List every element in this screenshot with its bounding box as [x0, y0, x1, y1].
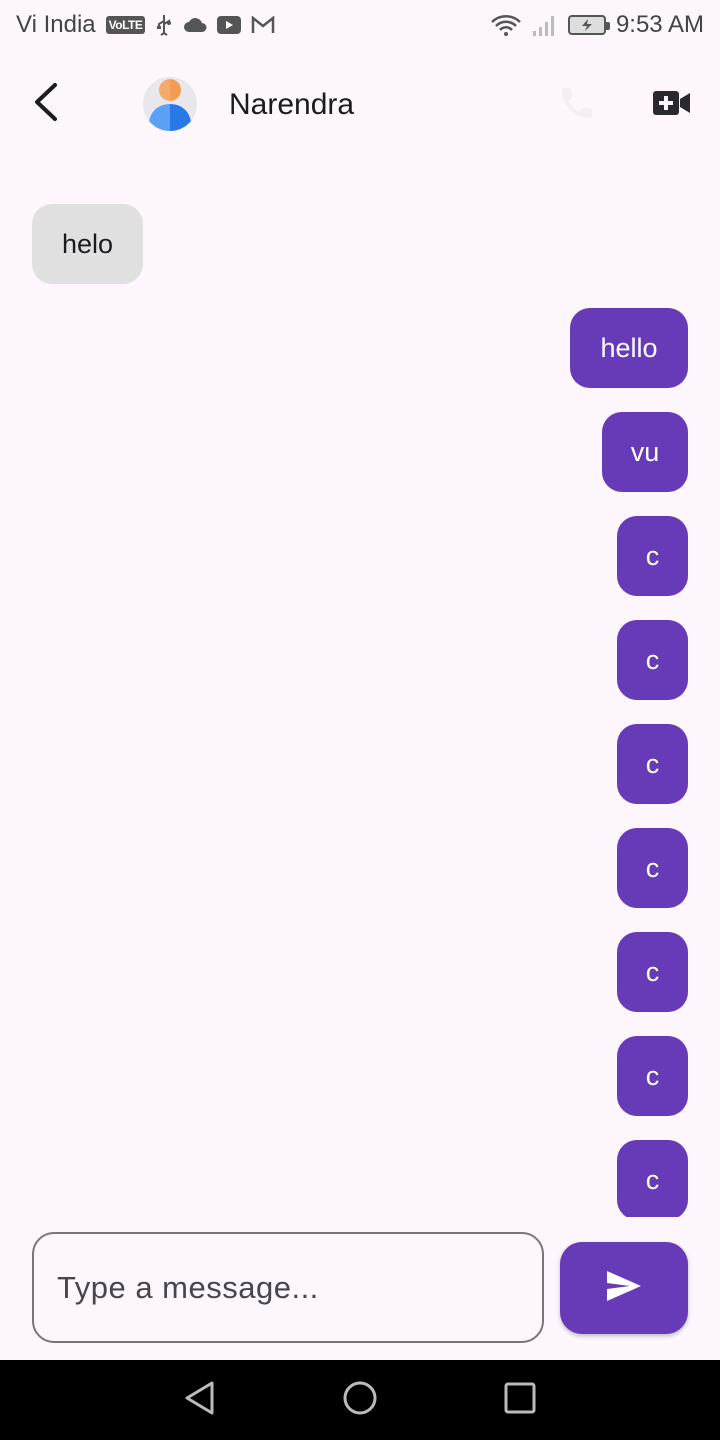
message-bubble-sent[interactable]: c: [617, 516, 688, 596]
video-call-button[interactable]: [648, 82, 696, 128]
status-bar: Vi India VoLTE 9:53 AM: [0, 0, 720, 50]
message-text: c: [645, 748, 660, 779]
voice-call-button[interactable]: [554, 82, 600, 128]
message-input[interactable]: [57, 1269, 542, 1306]
nav-recents-button[interactable]: [500, 1380, 540, 1420]
youtube-icon: [217, 16, 242, 34]
system-nav-bar: [0, 1360, 720, 1440]
signal-icon: [532, 13, 558, 37]
square-recents-icon: [502, 1380, 538, 1421]
phone-icon: [557, 83, 597, 128]
message-bubble-sent[interactable]: c: [617, 1036, 688, 1116]
status-right: 9:53 AM: [490, 11, 704, 39]
message-bubble-sent[interactable]: c: [617, 620, 688, 700]
message-bubble-sent[interactable]: c: [617, 724, 688, 804]
message-text: helo: [61, 228, 114, 259]
message-text: c: [645, 540, 660, 571]
wifi-icon: [490, 13, 522, 37]
back-button[interactable]: [22, 80, 70, 128]
avatar-icon: [143, 77, 197, 131]
message-text: c: [645, 956, 660, 987]
cloud-icon: [183, 17, 207, 33]
message-bubble-sent[interactable]: c: [617, 1140, 688, 1217]
message-bubble-sent[interactable]: vu: [602, 412, 688, 492]
send-icon: [606, 1270, 642, 1307]
message-text: c: [645, 1164, 660, 1195]
volte-badge: VoLTE: [105, 16, 146, 34]
message-bubble-received[interactable]: helo: [32, 204, 143, 284]
message-text: vu: [630, 436, 660, 467]
chat-header: Narendra: [0, 60, 720, 150]
battery-icon: [567, 15, 610, 35]
message-bubble-sent[interactable]: c: [617, 932, 688, 1012]
video-call-icon: [652, 88, 692, 123]
avatar[interactable]: [143, 77, 197, 131]
message-bubble-sent[interactable]: c: [617, 828, 688, 908]
circle-home-icon: [342, 1380, 378, 1421]
send-button[interactable]: [560, 1242, 688, 1334]
message-text: c: [645, 644, 660, 675]
back-arrow-icon: [31, 82, 61, 127]
message-text: c: [645, 852, 660, 883]
message-input-container[interactable]: [32, 1232, 544, 1343]
message-bubble-sent[interactable]: hello: [570, 308, 688, 388]
message-list[interactable]: helo hello vu c c c c c c c: [0, 160, 720, 1217]
carrier-name: Vi India: [16, 11, 96, 38]
triangle-back-icon: [182, 1380, 218, 1421]
message-text: hello: [600, 332, 658, 363]
usb-icon: [155, 13, 173, 37]
nav-home-button[interactable]: [340, 1380, 380, 1420]
message-text: c: [645, 1060, 660, 1091]
status-time: 9:53 AM: [615, 11, 704, 38]
status-left: Vi India VoLTE: [16, 11, 275, 39]
contact-name[interactable]: Narendra: [229, 86, 354, 124]
gmail-icon: [251, 16, 275, 34]
nav-back-button[interactable]: [180, 1380, 220, 1420]
